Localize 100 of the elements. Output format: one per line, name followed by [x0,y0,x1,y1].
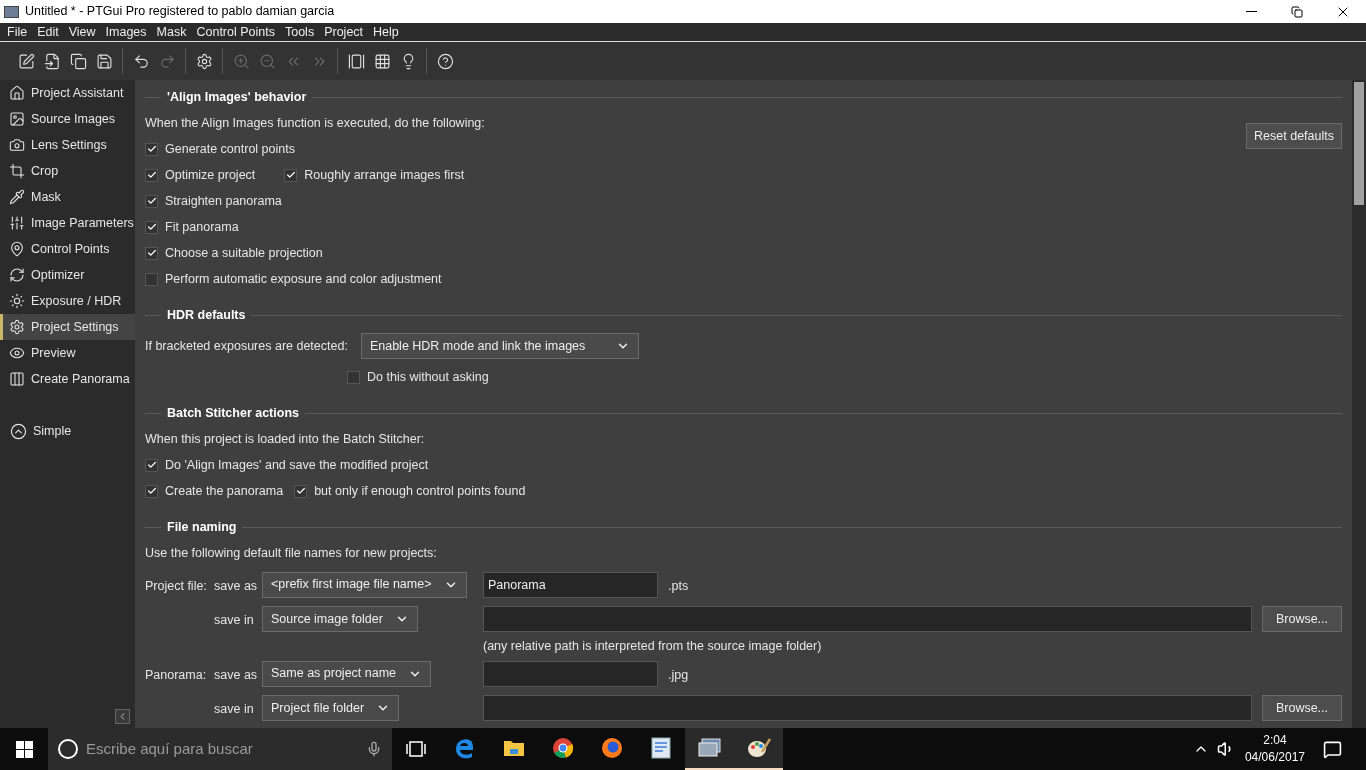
checkbox[interactable] [145,458,158,472]
frames-icon[interactable] [346,51,366,71]
sidebar-item[interactable]: Control Points [0,236,135,262]
checkbox[interactable] [145,272,158,286]
checkbox[interactable] [284,168,298,182]
section-title: Batch Stitcher actions [166,404,300,422]
field-label: save as [214,578,258,593]
dropdown[interactable]: Enable HDR mode and link the images [360,333,639,359]
hint-text: (any relative path is interpreted from the source image folder) [483,637,822,655]
checkbox[interactable] [145,246,158,260]
edit-icon[interactable] [16,51,36,71]
letter-e-icon [453,737,476,759]
menu-item[interactable]: Help [368,22,404,42]
checkbox[interactable] [145,484,158,498]
sidebar-item[interactable]: Project Settings [0,314,135,340]
sliders-icon [9,215,25,231]
sidebar-item[interactable]: Crop [0,158,135,184]
checkbox-label: but only if enough control points found [314,482,526,500]
task-view-icon [406,741,426,757]
crop-icon [9,163,25,179]
sidebar-item[interactable]: Lens Settings [0,132,135,158]
browse-button[interactable]: Browse... [1262,695,1342,721]
sidebar-item[interactable]: Project Assistant [0,80,135,106]
section-intro: When this project is loaded into the Batch Stitcher: [145,430,425,448]
field-label: save as [214,667,258,682]
sidebar-item[interactable]: Source Images [0,106,135,132]
microphone-icon [366,741,382,757]
checkbox-label: Optimize project [165,166,256,184]
collapse-sidebar-button[interactable] [115,709,130,724]
checkbox[interactable] [145,142,158,156]
palette-icon [746,737,771,759]
refresh-icon [9,267,25,283]
text-field[interactable] [483,660,658,687]
menu-item[interactable]: Edit [32,22,64,42]
menu-item[interactable]: File [2,22,33,42]
photos-icon [697,738,722,758]
section-intro: When the Align Images function is executed, do the following: [145,114,485,132]
checkbox[interactable] [145,194,158,208]
taskbar-app-button[interactable] [734,728,783,770]
file-import-icon[interactable] [42,51,62,71]
checkbox[interactable] [145,168,158,182]
sidebar-item[interactable]: Exposure / HDR [0,288,135,314]
section-intro: Use the following default file names for new projects: [145,544,437,562]
field-label: save in [214,613,254,627]
menu-item[interactable]: Mask [151,22,192,42]
minimize-icon [1245,11,1257,12]
camera-icon [9,137,25,153]
checkbox[interactable] [347,370,360,384]
field-label: Panorama: [145,667,207,682]
dropdown[interactable]: <prefix first image file name> [262,571,467,598]
help-icon[interactable] [435,51,455,71]
search-bar[interactable]: Escribe aquí para buscar [48,728,392,770]
sidebar-item[interactable]: Create Panorama [0,366,135,392]
folder-path-field[interactable] [483,606,1252,632]
sidebar-item[interactable]: Image Parameters [0,210,135,236]
menu-item[interactable]: Project [319,22,369,42]
checkbox-label: Do this without asking [367,368,489,386]
document-icon [650,737,671,759]
browser-circle-icon [551,737,574,759]
checkbox[interactable] [294,484,308,498]
menu-item[interactable]: Control Points [191,22,280,42]
sidebar-item[interactable]: Mask [0,184,135,210]
sidebar-item[interactable]: Optimizer [0,262,135,288]
columns-icon [9,371,25,387]
sidebar-item[interactable]: Preview [0,340,135,366]
simple-mode-button[interactable]: Simple [0,418,135,444]
taskbar-app-button[interactable] [685,728,734,770]
home-icon [9,85,25,101]
checkbox-label: Do 'Align Images' and save the modified project [165,456,429,474]
dropdown[interactable]: Same as project name [262,660,432,687]
restore-icon [1291,5,1303,18]
menu-item[interactable]: View [63,22,101,42]
dropdown[interactable]: Project file folder [262,695,400,721]
notifications-icon[interactable] [1323,739,1342,759]
reset-defaults-button[interactable]: Reset defaults [1246,123,1342,149]
folder-path-field[interactable] [483,695,1252,721]
checkbox[interactable] [145,220,158,234]
settings-icon [9,319,25,335]
sun-icon [9,293,25,309]
grid-icon[interactable] [372,51,392,71]
eye-icon [9,345,25,361]
checkbox-label: Roughly arrange images first [304,166,465,184]
menu-item[interactable]: Images [100,22,152,42]
copy-icon[interactable] [68,51,88,71]
search-field[interactable]: Escribe aquí para buscar [86,737,358,761]
file-extension: .jpg [668,667,689,682]
browse-button[interactable]: Browse... [1262,606,1342,632]
windows-logo-icon [15,740,33,758]
fox-globe-icon [600,737,623,759]
image-icon [9,111,25,127]
dropdown[interactable]: Source image folder [262,606,418,632]
field-label: Project file: [145,578,207,593]
checkbox-label: Choose a suitable projection [165,244,323,262]
menu-item[interactable]: Tools [279,22,320,42]
text-field[interactable]: Panorama [483,571,658,598]
clock-time: 2:04 [1263,732,1287,749]
section-title: File naming [166,518,238,536]
file-extension: .pts [668,578,689,593]
save-icon[interactable] [94,51,114,71]
chevron-up-circle-icon [10,422,27,440]
